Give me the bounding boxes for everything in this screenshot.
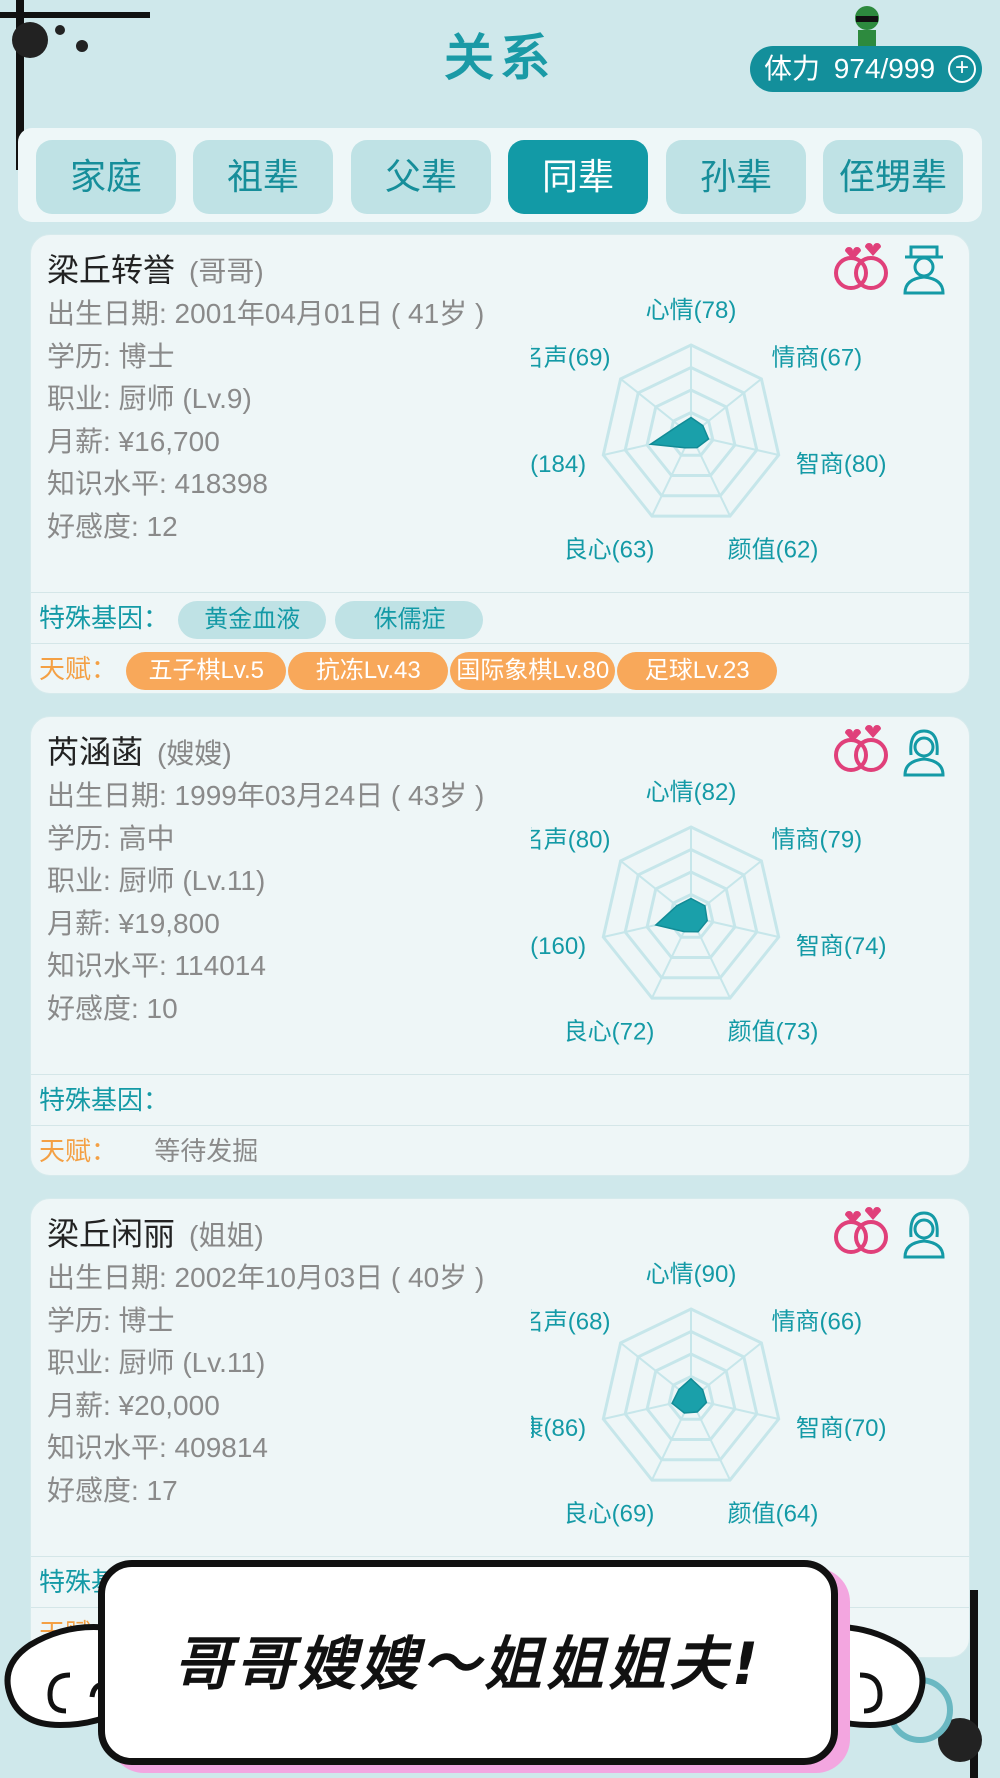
attribute-radar-chart: 心情(82) 情商(79) 智商(74) 颜值(73) 良心(72) 健康(160) 名声(… [531,779,887,1046]
tab-grandchildren[interactable]: 孙辈 [666,140,806,214]
salary: 月薪: ¥16,700 [47,425,220,457]
radar-label: 情商(79) [772,826,863,853]
birth-date: 出生日期: 2001年04月01日 ( 41岁 ) [47,298,485,329]
knowledge: 知识水平: 409814 [47,1432,268,1463]
knowledge: 知识水平: 418398 [47,468,268,499]
radar-label: 良心(63) [564,537,655,564]
marriage-rings-icon[interactable] [831,1205,893,1257]
radar-label: 名声(68) [531,1308,610,1335]
occupation: 职业: 厨师 (Lv.11) [47,1347,266,1378]
radar-label: 智商(74) [796,933,887,960]
affinity: 好感度: 10 [47,992,178,1024]
tab-siblings[interactable]: 同辈 [508,140,648,214]
radar-label: 健康(160) [531,933,586,960]
relative-card[interactable]: 梁丘转誉 (哥哥) 出生日期: 2001年04月01日 ( 41岁 ) 学历: 博… [30,234,970,694]
special-genes-row: 特殊基因： [31,1074,969,1124]
radar-label: 心情(78) [646,297,737,324]
radar-label: 智商(80) [796,451,887,478]
relative-name: 芮涵菡 (嫂嫂) [47,734,232,770]
add-stamina-button[interactable]: + [948,55,976,83]
occupation: 职业: 厨师 (Lv.11) [47,865,266,896]
female-avatar-icon [903,1211,945,1259]
radar-label: 情商(66) [772,1308,863,1335]
genes-label: 特殊基因： [39,603,170,633]
radar-label: 健康(184) [531,451,586,478]
education: 学历: 博士 [47,1304,175,1336]
talent-pill[interactable]: 抗冻Lv.43 [288,652,449,691]
special-genes-row: 特殊基因： 黄金血液 侏儒症 [31,592,969,642]
birth-date: 出生日期: 1999年03月24日 ( 43岁 ) [47,780,485,811]
radar-label: 良心(69) [564,1501,655,1528]
marriage-rings-icon[interactable] [831,723,893,775]
genes-label: 特殊基因： [39,1085,170,1115]
generation-tabbar: 家庭 祖辈 父辈 同辈 孙辈 侄甥辈 [18,128,982,222]
talent-pill[interactable]: 足球Lv.23 [617,652,778,691]
radar-label: 颜值(64) [728,1501,819,1528]
radar-label: 智商(70) [796,1415,887,1442]
male-avatar-icon [903,245,945,295]
talent-row: 天赋： 五子棋Lv.5 抗冻Lv.43 国际象棋Lv.80 足球Lv.23 [31,643,969,693]
relation-label: (哥哥) [189,256,264,287]
talent-pill[interactable]: 国际象棋Lv.80 [450,652,616,691]
promo-banner: 哥哥嫂嫂～姐姐姐夫! [98,1560,838,1765]
marriage-rings-icon[interactable] [831,241,893,293]
radar-label: 颜值(73) [728,1019,819,1046]
tab-nephews[interactable]: 侄甥辈 [823,140,963,214]
tab-grandparents[interactable]: 祖辈 [193,140,333,214]
gene-pill[interactable]: 黄金血液 [178,601,327,640]
female-avatar-icon [903,729,945,777]
attribute-radar-chart: 心情(90) 情商(66) 智商(70) 颜值(64) 良心(69) 健康(86) 名声(6… [531,1261,887,1528]
radar-value-shape [648,416,710,449]
radar-label: 良心(72) [564,1019,655,1046]
radar-label: 心情(82) [646,779,737,806]
radar-label: 名声(69) [531,344,610,371]
salary: 月薪: ¥19,800 [47,907,220,939]
relative-info: 出生日期: 2002年10月03日 ( 40岁 ) 学历: 博士 职业: 厨师 … [47,1257,484,1512]
gene-pill[interactable]: 侏儒症 [335,601,484,640]
radar-label: 颜值(62) [728,537,819,564]
radar-value-shape [654,897,708,933]
relative-name: 梁丘转誉 (哥哥) [47,252,264,288]
education: 学历: 高中 [47,822,175,854]
attribute-radar-chart: 心情(78) 情商(67) 智商(80) 颜值(62) 良心(63) 健康(184) 名声(… [531,297,887,564]
occupation: 职业: 厨师 (Lv.9) [47,383,252,414]
radar-label: 情商(67) [772,344,863,371]
talent-row: 天赋： 等待发掘 [31,1125,969,1175]
talent-pill[interactable]: 五子棋Lv.5 [126,652,287,691]
relative-card[interactable]: 芮涵菡 (嫂嫂) 出生日期: 1999年03月24日 ( 43岁 ) 学历: 高中… [30,716,970,1176]
stamina-display[interactable]: 体力 974/999 + [750,46,982,92]
affinity: 好感度: 12 [47,510,178,542]
talent-label: 天赋： [39,654,118,684]
tab-family[interactable]: 家庭 [36,140,176,214]
salary: 月薪: ¥20,000 [47,1389,220,1421]
relation-label: (嫂嫂) [157,738,232,769]
affinity: 好感度: 17 [47,1474,178,1506]
tab-parents[interactable]: 父辈 [351,140,491,214]
player-avatar-icon [855,6,879,46]
radar-label: 名声(80) [531,826,610,853]
birth-date: 出生日期: 2002年10月03日 ( 40岁 ) [47,1262,485,1293]
talent-placeholder: 等待发掘 [154,1136,259,1166]
relative-info: 出生日期: 1999年03月24日 ( 43岁 ) 学历: 高中 职业: 厨师 … [47,775,484,1030]
relative-name: 梁丘闲丽 (姐姐) [47,1216,264,1252]
stamina-value: 974/999 [833,53,936,84]
stamina-label: 体力 [764,53,821,84]
knowledge: 知识水平: 114014 [47,950,266,981]
radar-label: 心情(90) [646,1261,737,1288]
education: 学历: 博士 [47,340,175,372]
talent-label: 天赋： [39,1136,118,1166]
relation-label: (姐姐) [189,1220,264,1251]
banner-text: 哥哥嫂嫂～姐姐姐夫! [173,1630,763,1698]
relative-info: 出生日期: 2001年04月01日 ( 41岁 ) 学历: 博士 职业: 厨师 … [47,293,484,548]
radar-label: 健康(86) [531,1415,586,1442]
